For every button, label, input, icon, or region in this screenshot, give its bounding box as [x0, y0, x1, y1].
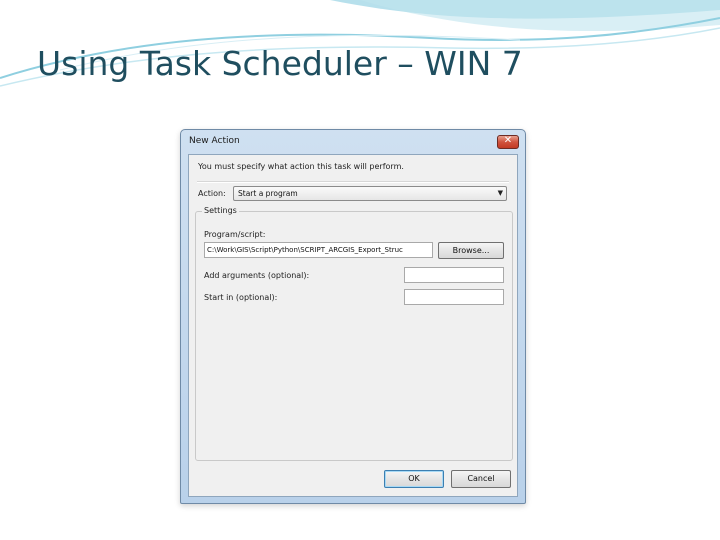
ok-button[interactable]: OK [384, 470, 444, 488]
browse-button[interactable]: Browse... [438, 242, 504, 259]
arguments-input[interactable] [404, 267, 504, 283]
settings-group-label: Settings [202, 206, 239, 215]
startin-label: Start in (optional): [204, 293, 278, 302]
slide-title: Using Task Scheduler – WIN 7 [37, 44, 523, 83]
new-action-dialog: New Action ✕ You must specify what actio… [180, 129, 526, 504]
close-button[interactable]: ✕ [497, 135, 519, 149]
startin-input[interactable] [404, 289, 504, 305]
action-dropdown[interactable]: Start a program ▼ [233, 186, 507, 201]
program-label: Program/script: [204, 230, 266, 239]
action-dropdown-value: Start a program [238, 189, 298, 198]
dialog-title: New Action [189, 136, 240, 146]
separator [197, 181, 509, 183]
dialog-client-area: You must specify what action this task w… [188, 154, 518, 497]
dialog-titlebar[interactable]: New Action ✕ [181, 130, 525, 154]
cancel-button[interactable]: Cancel [451, 470, 511, 488]
chevron-down-icon: ▼ [497, 189, 503, 197]
settings-group: Settings Program/script: C:\Work\GIS\Scr… [195, 206, 513, 461]
intro-text: You must specify what action this task w… [198, 162, 404, 171]
program-input[interactable]: C:\Work\GIS\Script\Python\SCRIPT_ARCGIS_… [204, 242, 433, 258]
action-label: Action: [198, 189, 226, 198]
arguments-label: Add arguments (optional): [204, 271, 310, 280]
program-input-value: C:\Work\GIS\Script\Python\SCRIPT_ARCGIS_… [207, 246, 403, 254]
close-icon: ✕ [503, 135, 513, 146]
